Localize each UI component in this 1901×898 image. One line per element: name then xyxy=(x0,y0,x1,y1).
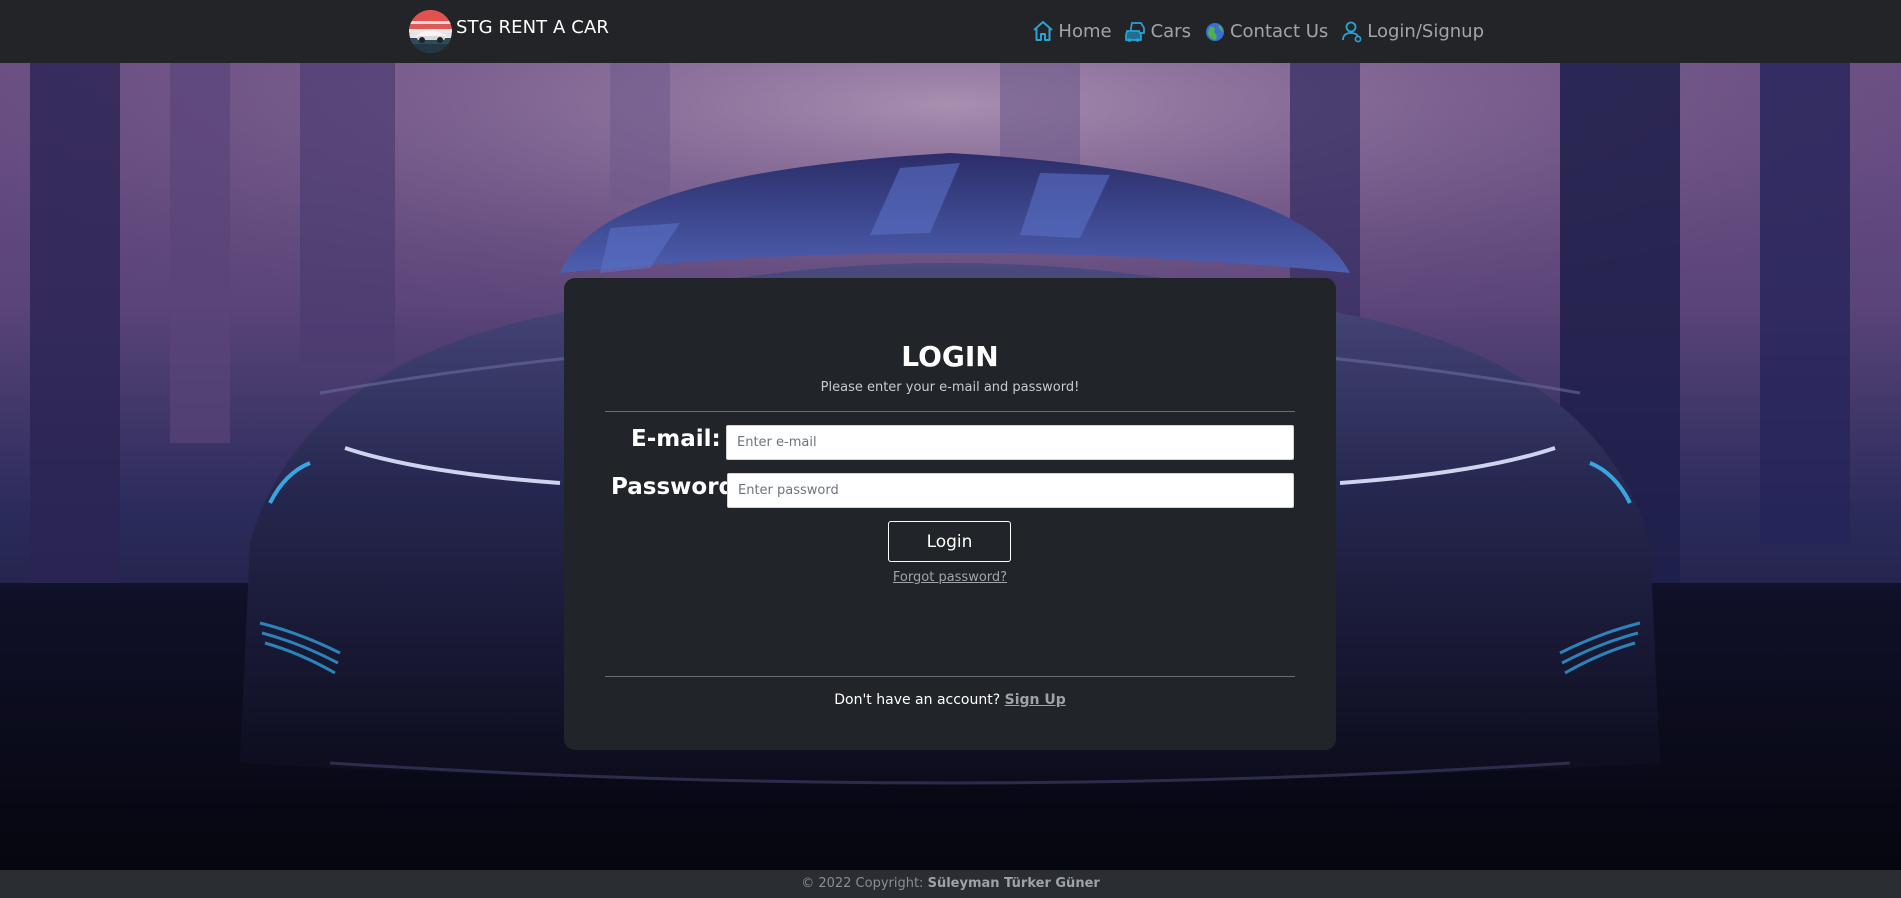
house-icon xyxy=(1032,19,1058,43)
user-icon xyxy=(1341,19,1367,43)
brand-name: STG RENT A CAR xyxy=(456,17,609,38)
brand-link[interactable]: STG RENT A CAR xyxy=(409,9,609,53)
login-subtitle: Please enter your e-mail and password! xyxy=(820,380,1080,395)
password-label: Password: xyxy=(611,474,745,500)
nav-item-label: Home xyxy=(1058,20,1112,42)
email-field[interactable] xyxy=(726,425,1294,460)
divider xyxy=(605,676,1295,677)
footer: © 2022 Copyright: Süleyman Türker Güner xyxy=(0,870,1901,898)
globe-icon xyxy=(1204,19,1230,43)
signup-prompt: Don't have an account? Sign Up xyxy=(564,692,1336,708)
cars-icon xyxy=(1124,19,1151,43)
car-badge-icon xyxy=(409,9,452,53)
nav-item-label: Login/Signup xyxy=(1367,20,1484,42)
login-card: LOGIN Please enter your e-mail and passw… xyxy=(564,278,1336,750)
no-account-text: Don't have an account? xyxy=(834,692,1005,708)
nav-item-label: Contact Us xyxy=(1229,20,1329,42)
copyright-text: © 2022 Copyright: xyxy=(801,876,928,891)
email-label: E-mail: xyxy=(631,426,721,452)
nav-item-home[interactable]: Home xyxy=(1032,19,1112,43)
nav-item-contact[interactable]: Contact Us xyxy=(1204,19,1328,43)
divider xyxy=(605,411,1295,412)
forgot-password-link[interactable]: Forgot password? xyxy=(564,570,1336,585)
signup-link[interactable]: Sign Up xyxy=(1005,692,1066,708)
nav-links: Home Cars Contact Us Login/Signup xyxy=(1019,19,1484,43)
nav-item-cars[interactable]: Cars xyxy=(1124,19,1191,43)
nav-item-login-signup[interactable]: Login/Signup xyxy=(1341,19,1484,43)
navbar: STG RENT A CAR Home Cars Contact Us Logi… xyxy=(0,0,1901,63)
copyright-author: Süleyman Türker Güner xyxy=(927,876,1100,891)
nav-item-label: Cars xyxy=(1150,20,1191,42)
login-title: LOGIN xyxy=(901,340,999,373)
login-button[interactable]: Login xyxy=(888,521,1011,562)
password-field[interactable] xyxy=(727,473,1294,508)
